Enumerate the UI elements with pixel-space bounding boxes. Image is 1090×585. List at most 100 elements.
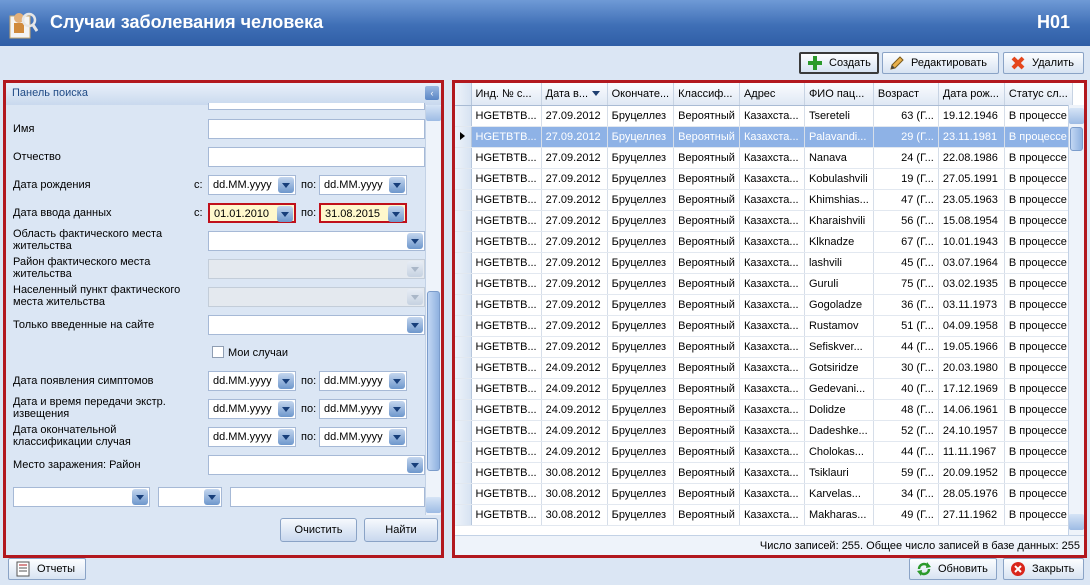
table-cell[interactable]: 27.09.2012	[541, 105, 608, 127]
table-cell[interactable]: 19.12.1946	[938, 105, 1005, 127]
table-row[interactable]: HGETBTB... 27.09.2012 Бруцеллез Вероятный Ка…	[455, 126, 1073, 148]
table-cell[interactable]: Вероятный	[673, 294, 740, 316]
table-cell[interactable]: 30 (Г...	[873, 357, 939, 379]
table-cell[interactable]: Казахста...	[739, 357, 805, 379]
table-cell[interactable]: HGETBTB...	[471, 273, 542, 295]
table-cell[interactable]: В процессе	[1004, 231, 1073, 253]
table-cell[interactable]: 30.08.2012	[541, 462, 608, 484]
table-cell[interactable]: В процессе	[1004, 441, 1073, 463]
table-cell[interactable]: HGETBTB...	[471, 147, 542, 169]
table-cell[interactable]: 30.08.2012	[541, 483, 608, 505]
table-cell[interactable]: 11.11.1967	[938, 441, 1005, 463]
table-cell[interactable]: HGETBTB...	[471, 441, 542, 463]
table-cell[interactable]: 40 (Г...	[873, 378, 939, 400]
row-header[interactable]	[455, 294, 472, 316]
table-cell[interactable]: 28.05.1976	[938, 483, 1005, 505]
table-cell[interactable]: HGETBTB...	[471, 378, 542, 400]
table-cell[interactable]: 49 (Г...	[873, 504, 939, 526]
table-cell[interactable]: Бруцеллез	[607, 462, 675, 484]
table-cell[interactable]: Казахста...	[739, 294, 805, 316]
table-row[interactable]: HGETBTB... 27.09.2012 Бруцеллез Вероятный Ка…	[455, 210, 1073, 232]
table-cell[interactable]: 36 (Г...	[873, 294, 939, 316]
calendar-dropdown-icon[interactable]	[278, 177, 294, 193]
table-cell[interactable]: 24 (Г...	[873, 147, 939, 169]
table-row[interactable]: HGETBTB... 30.08.2012 Бруцеллез Вероятный Ка…	[455, 483, 1073, 505]
table-cell[interactable]: Вероятный	[673, 147, 740, 169]
reports-button[interactable]: Отчеты	[8, 558, 86, 580]
table-cell[interactable]: 23.05.1963	[938, 189, 1005, 211]
table-cell[interactable]: Бруцеллез	[607, 441, 675, 463]
table-cell[interactable]: Dolidze	[804, 399, 874, 421]
table-cell[interactable]: Бруцеллез	[607, 504, 675, 526]
table-cell[interactable]: Казахста...	[739, 210, 805, 232]
table-cell[interactable]: Вероятный	[673, 462, 740, 484]
table-cell[interactable]: Бруцеллез	[607, 273, 675, 295]
table-cell[interactable]: Вероятный	[673, 189, 740, 211]
table-row[interactable]: HGETBTB... 27.09.2012 Бруцеллез Вероятный Ка…	[455, 273, 1073, 295]
table-cell[interactable]: HGETBTB...	[471, 105, 542, 127]
table-cell[interactable]: HGETBTB...	[471, 210, 542, 232]
table-cell[interactable]: 47 (Г...	[873, 189, 939, 211]
table-cell[interactable]: Казахста...	[739, 252, 805, 274]
column-header[interactable]: Дата в...	[541, 83, 608, 106]
table-cell[interactable]: Бруцеллез	[607, 483, 675, 505]
table-cell[interactable]: Вероятный	[673, 399, 740, 421]
table-row[interactable]: HGETBTB... 24.09.2012 Бруцеллез Вероятный Ка…	[455, 399, 1073, 421]
table-cell[interactable]: Вероятный	[673, 357, 740, 379]
table-row[interactable]: HGETBTB... 27.09.2012 Бруцеллез Вероятный Ка…	[455, 315, 1073, 337]
extra-filter-select-2[interactable]	[158, 487, 222, 507]
chevron-down-icon[interactable]	[407, 233, 423, 249]
table-cell[interactable]: Казахста...	[739, 399, 805, 421]
table-row[interactable]: HGETBTB... 27.09.2012 Бруцеллез Вероятный Ка…	[455, 147, 1073, 169]
table-cell[interactable]: 22.08.1986	[938, 147, 1005, 169]
extra-filter-field[interactable]	[230, 487, 425, 507]
table-cell[interactable]: Бруцеллез	[607, 147, 675, 169]
table-cell[interactable]: Вероятный	[673, 336, 740, 358]
row-header[interactable]	[455, 210, 472, 232]
table-cell[interactable]: Nanava	[804, 147, 874, 169]
table-cell[interactable]: 23.11.1981	[938, 126, 1005, 148]
table-cell[interactable]: Kharaishvili	[804, 210, 874, 232]
column-header[interactable]: Статус сл...	[1004, 83, 1073, 106]
table-cell[interactable]: Вероятный	[673, 378, 740, 400]
table-cell[interactable]: 24.10.1957	[938, 420, 1005, 442]
table-cell[interactable]: Вероятный	[673, 273, 740, 295]
table-row[interactable]: HGETBTB... 27.09.2012 Бруцеллез Вероятный Ка…	[455, 252, 1073, 274]
table-cell[interactable]: Dadeshke...	[804, 420, 874, 442]
table-cell[interactable]: HGETBTB...	[471, 504, 542, 526]
row-header[interactable]	[455, 441, 472, 463]
table-cell[interactable]: 56 (Г...	[873, 210, 939, 232]
patronymic-field[interactable]	[208, 147, 425, 167]
calendar-dropdown-icon[interactable]	[278, 401, 294, 417]
refresh-button[interactable]: Обновить	[909, 558, 997, 580]
table-cell[interactable]: 52 (Г...	[873, 420, 939, 442]
table-cell[interactable]: 44 (Г...	[873, 441, 939, 463]
table-cell[interactable]: 27.09.2012	[541, 273, 608, 295]
table-cell[interactable]: Бруцеллез	[607, 126, 675, 148]
column-header[interactable]: Классиф...	[673, 83, 740, 106]
table-cell[interactable]: 27.09.2012	[541, 210, 608, 232]
table-cell[interactable]: В процессе	[1004, 378, 1073, 400]
my-cases-checkbox[interactable]	[212, 346, 224, 358]
table-cell[interactable]: Guruli	[804, 273, 874, 295]
close-button[interactable]: Закрыть	[1003, 558, 1084, 580]
table-cell[interactable]: Вероятный	[673, 252, 740, 274]
scroll-thumb[interactable]	[427, 291, 440, 471]
table-cell[interactable]: В процессе	[1004, 210, 1073, 232]
table-cell[interactable]: Бруцеллез	[607, 420, 675, 442]
surname-field[interactable]	[208, 103, 425, 110]
table-cell[interactable]: 27.09.2012	[541, 315, 608, 337]
table-cell[interactable]: 19.05.1966	[938, 336, 1005, 358]
row-header[interactable]	[455, 168, 472, 190]
row-header[interactable]	[455, 483, 472, 505]
table-cell[interactable]: Казахста...	[739, 168, 805, 190]
chevron-down-icon[interactable]	[407, 457, 423, 473]
table-cell[interactable]: Бруцеллез	[607, 294, 675, 316]
name-field[interactable]	[208, 119, 425, 139]
chevron-down-icon[interactable]	[204, 489, 220, 505]
table-cell[interactable]: HGETBTB...	[471, 357, 542, 379]
table-row[interactable]: HGETBTB... 24.09.2012 Бруцеллез Вероятный Ка…	[455, 420, 1073, 442]
entry-date-to[interactable]: 31.08.2015	[319, 203, 407, 223]
table-cell[interactable]: Казахста...	[739, 315, 805, 337]
table-cell[interactable]: 24.09.2012	[541, 378, 608, 400]
